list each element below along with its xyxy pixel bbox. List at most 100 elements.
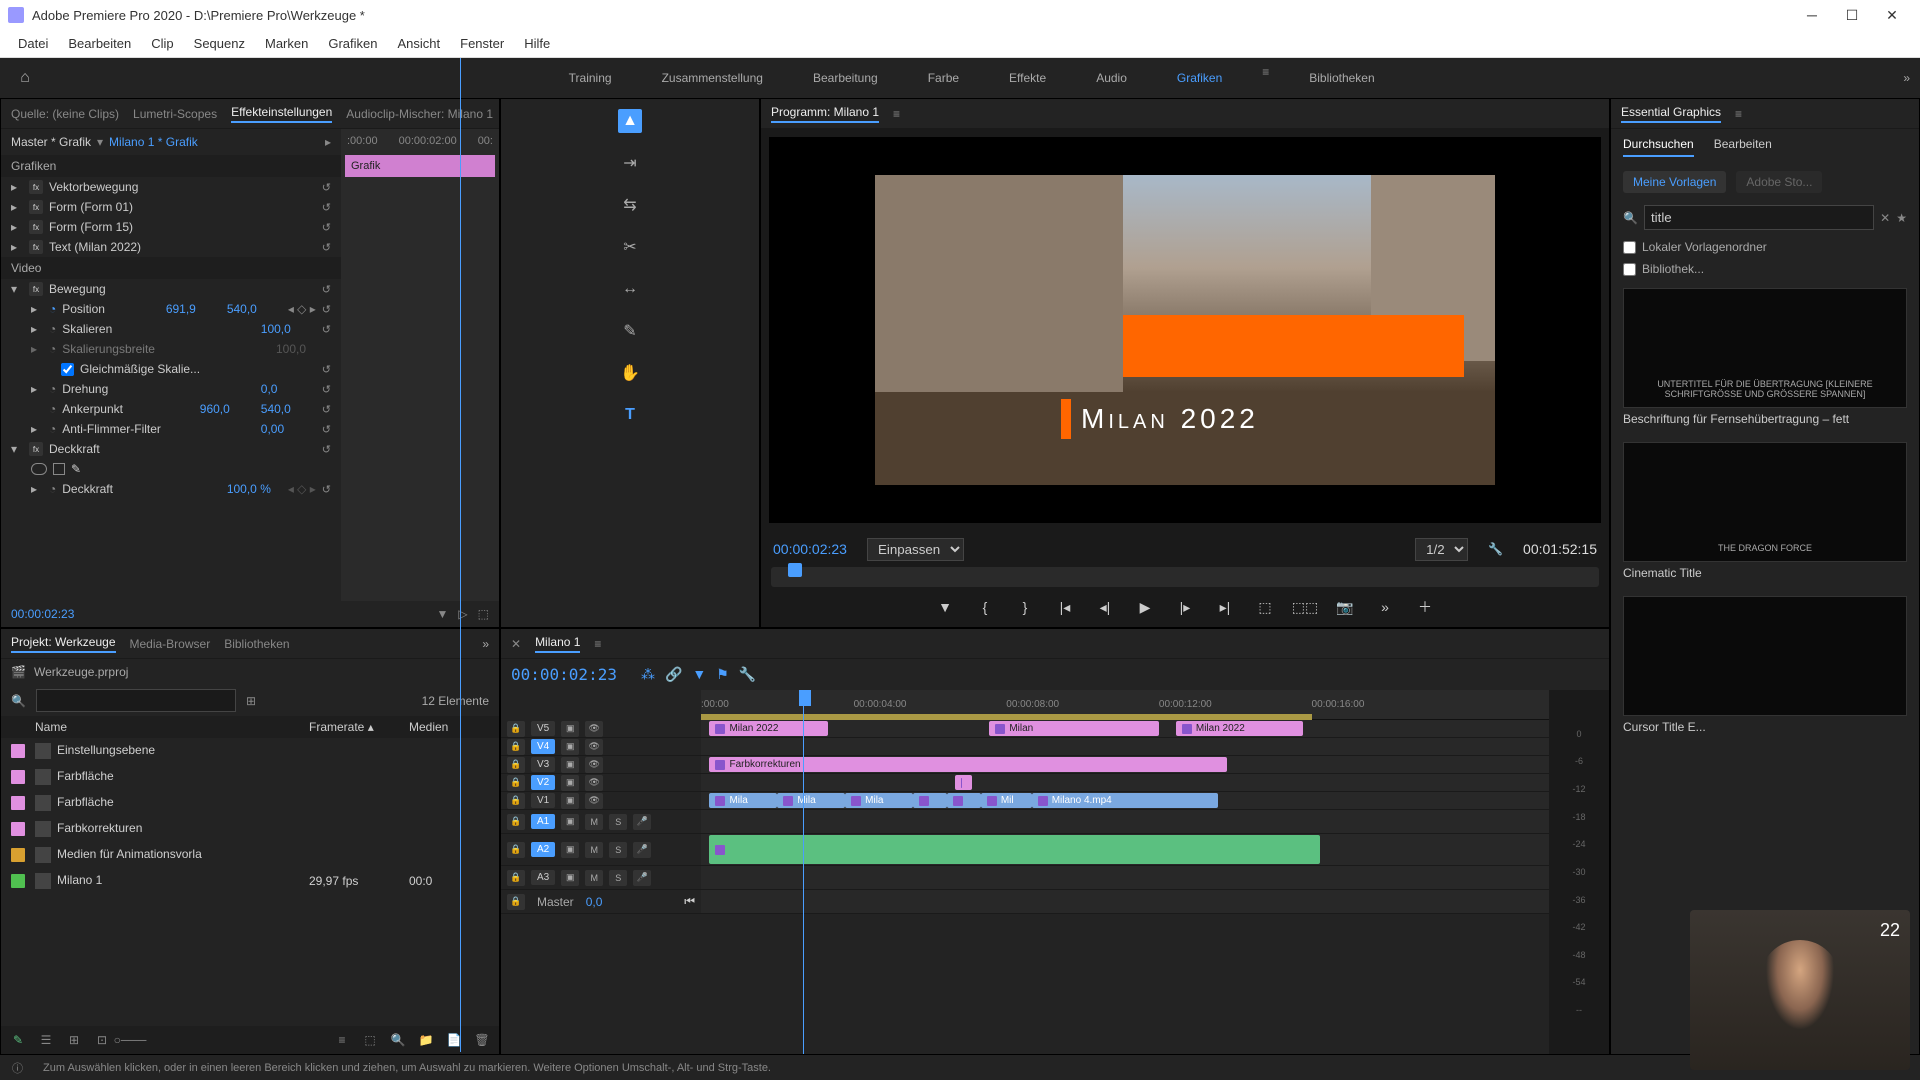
- clip[interactable]: Milan 2022: [709, 721, 828, 736]
- clip[interactable]: Mila: [709, 793, 777, 808]
- play-button[interactable]: ▶: [1133, 595, 1157, 619]
- clip[interactable]: [947, 793, 981, 808]
- mark-out-icon[interactable]: }: [1013, 595, 1037, 619]
- opacity-prop[interactable]: ▸◔Deckkraft100,0 %◂ ◇ ▸↺: [1, 479, 341, 499]
- icon-view-button[interactable]: ⊞: [65, 1031, 83, 1049]
- mask-tools[interactable]: ✎: [1, 459, 341, 479]
- menu-fenster[interactable]: Fenster: [450, 32, 514, 55]
- play-only-icon[interactable]: ▸: [325, 135, 331, 149]
- menu-ansicht[interactable]: Ansicht: [387, 32, 450, 55]
- source-tab[interactable]: Lumetri-Scopes: [133, 107, 217, 121]
- track-lane-A1[interactable]: [701, 810, 1549, 834]
- visibility-icon[interactable]: M: [585, 870, 603, 886]
- menu-datei[interactable]: Datei: [8, 32, 58, 55]
- visibility-icon[interactable]: M: [585, 814, 603, 830]
- clip[interactable]: Mil: [981, 793, 1032, 808]
- clip[interactable]: Milan 2022: [1176, 721, 1303, 736]
- project-search[interactable]: [36, 689, 236, 712]
- target-icon[interactable]: ▣: [561, 757, 579, 773]
- project-item[interactable]: Farbkorrekturen: [1, 816, 499, 842]
- eg-subtab[interactable]: Bearbeiten: [1714, 137, 1772, 157]
- visibility-icon[interactable]: 👁: [585, 739, 603, 755]
- track-lane-V4[interactable]: [701, 738, 1549, 756]
- menu-clip[interactable]: Clip: [141, 32, 183, 55]
- timeline-timecode[interactable]: 00:00:02:23: [511, 665, 617, 684]
- track-header-V5[interactable]: 🔒V5▣👁: [501, 720, 701, 738]
- maximize-button[interactable]: ☐: [1832, 0, 1872, 30]
- program-tab[interactable]: Programm: Milano 1: [771, 105, 879, 123]
- filter-icon[interactable]: ▼: [437, 607, 449, 621]
- type-tool[interactable]: T: [618, 403, 642, 427]
- effect-row[interactable]: ▸fxText (Milan 2022)↺: [1, 237, 341, 257]
- clip[interactable]: Farbkorrekturen: [709, 757, 1226, 772]
- track-lane-V1[interactable]: MilaMilaMilaMilMilano 4.mp4: [701, 792, 1549, 810]
- my-templates-toggle[interactable]: Meine Vorlagen: [1623, 171, 1726, 193]
- solo-icon[interactable]: S: [609, 842, 627, 858]
- lock-icon[interactable]: 🔒: [507, 842, 525, 858]
- playhead-flag[interactable]: [799, 690, 811, 706]
- effect-row[interactable]: ▸fxVektorbewegung↺: [1, 177, 341, 197]
- lift-button[interactable]: ⬚: [1253, 595, 1277, 619]
- track-lane-A2[interactable]: [701, 834, 1549, 866]
- track-lane-V2[interactable]: [701, 774, 1549, 792]
- clip[interactable]: [913, 793, 947, 808]
- video-preview[interactable]: Milan 2022: [769, 137, 1601, 523]
- template-item[interactable]: UNTERTITEL FÜR DIE ÜBERTRAGUNG [KLEINERE…: [1623, 288, 1907, 430]
- target-icon[interactable]: ▣: [561, 870, 579, 886]
- source-tab[interactable]: Quelle: (keine Clips): [11, 107, 119, 121]
- razor-tool[interactable]: ✂: [618, 235, 642, 259]
- marker-icon[interactable]: ▼: [692, 666, 706, 683]
- menu-bearbeiten[interactable]: Bearbeiten: [58, 32, 141, 55]
- scale-prop[interactable]: ▸◔Skalieren100,0↺: [1, 319, 341, 339]
- uniform-scale-check[interactable]: Gleichmäßige Skalie...↺: [1, 359, 341, 379]
- target-icon[interactable]: ▣: [561, 793, 579, 809]
- opacity-effect[interactable]: ▾fxDeckkraft↺: [1, 439, 341, 459]
- list-view-icon[interactable]: ⊞: [246, 694, 256, 708]
- ripple-tool[interactable]: ⇆: [618, 193, 642, 217]
- step-back-button[interactable]: ◂|: [1093, 595, 1117, 619]
- eg-subtab[interactable]: Durchsuchen: [1623, 137, 1694, 157]
- favorites-icon[interactable]: ★: [1896, 211, 1907, 225]
- track-lane-V3[interactable]: Farbkorrekturen: [701, 756, 1549, 774]
- track-lane-A3[interactable]: [701, 866, 1549, 890]
- slip-tool[interactable]: ↔: [618, 277, 642, 301]
- new-bin-button[interactable]: 📁: [417, 1031, 435, 1049]
- project-item[interactable]: Farbfläche: [1, 790, 499, 816]
- go-out-button[interactable]: ▸|: [1213, 595, 1237, 619]
- workspace-effekte[interactable]: Effekte: [999, 65, 1056, 91]
- reset-icon[interactable]: ↺: [322, 221, 331, 234]
- close-button[interactable]: ✕: [1872, 0, 1912, 30]
- menu-grafiken[interactable]: Grafiken: [318, 32, 387, 55]
- mark-in-button[interactable]: ▼: [933, 595, 957, 619]
- source-tab[interactable]: Audioclip-Mischer: Milano 1: [346, 107, 493, 121]
- rotation-prop[interactable]: ▸◔Drehung0,0↺: [1, 379, 341, 399]
- program-timecode[interactable]: 00:00:02:23: [773, 541, 847, 557]
- go-in-button[interactable]: |◂: [1053, 595, 1077, 619]
- ec-clip-bar[interactable]: Grafik: [345, 155, 495, 177]
- project-item[interactable]: Milano 129,97 fps00:0: [1, 868, 499, 894]
- step-fwd-button[interactable]: |▸: [1173, 595, 1197, 619]
- record-icon[interactable]: 🎤: [633, 870, 651, 886]
- track-header-V1[interactable]: 🔒V1▣👁: [501, 792, 701, 810]
- zoom-slider[interactable]: ○───: [121, 1031, 139, 1049]
- eg-search-input[interactable]: [1644, 205, 1874, 230]
- visibility-icon[interactable]: 👁: [585, 757, 603, 773]
- fit-select[interactable]: Einpassen: [867, 538, 964, 561]
- lock-icon[interactable]: 🔒: [507, 739, 525, 755]
- master-clip-link[interactable]: Master * Grafik: [11, 135, 91, 149]
- track-header-V4[interactable]: 🔒V4▣👁: [501, 738, 701, 756]
- freeform-view-button[interactable]: ⊡: [93, 1031, 111, 1049]
- playhead-line[interactable]: [803, 690, 804, 1054]
- minimize-button[interactable]: ─: [1792, 0, 1832, 30]
- target-icon[interactable]: ▣: [561, 721, 579, 737]
- target-icon[interactable]: ▣: [561, 842, 579, 858]
- sort-icon[interactable]: ≡: [333, 1031, 351, 1049]
- anchor-prop[interactable]: ◔Ankerpunkt960,0540,0↺: [1, 399, 341, 419]
- clip[interactable]: Mila: [777, 793, 845, 808]
- lock-icon[interactable]: 🔒: [507, 775, 525, 791]
- assembly-icon[interactable]: ✎: [9, 1031, 27, 1049]
- record-icon[interactable]: 🎤: [633, 814, 651, 830]
- add-button[interactable]: ＋: [1413, 595, 1437, 619]
- export-icon[interactable]: ⬚: [478, 607, 489, 621]
- adobe-stock-toggle[interactable]: Adobe Sto...: [1736, 171, 1822, 193]
